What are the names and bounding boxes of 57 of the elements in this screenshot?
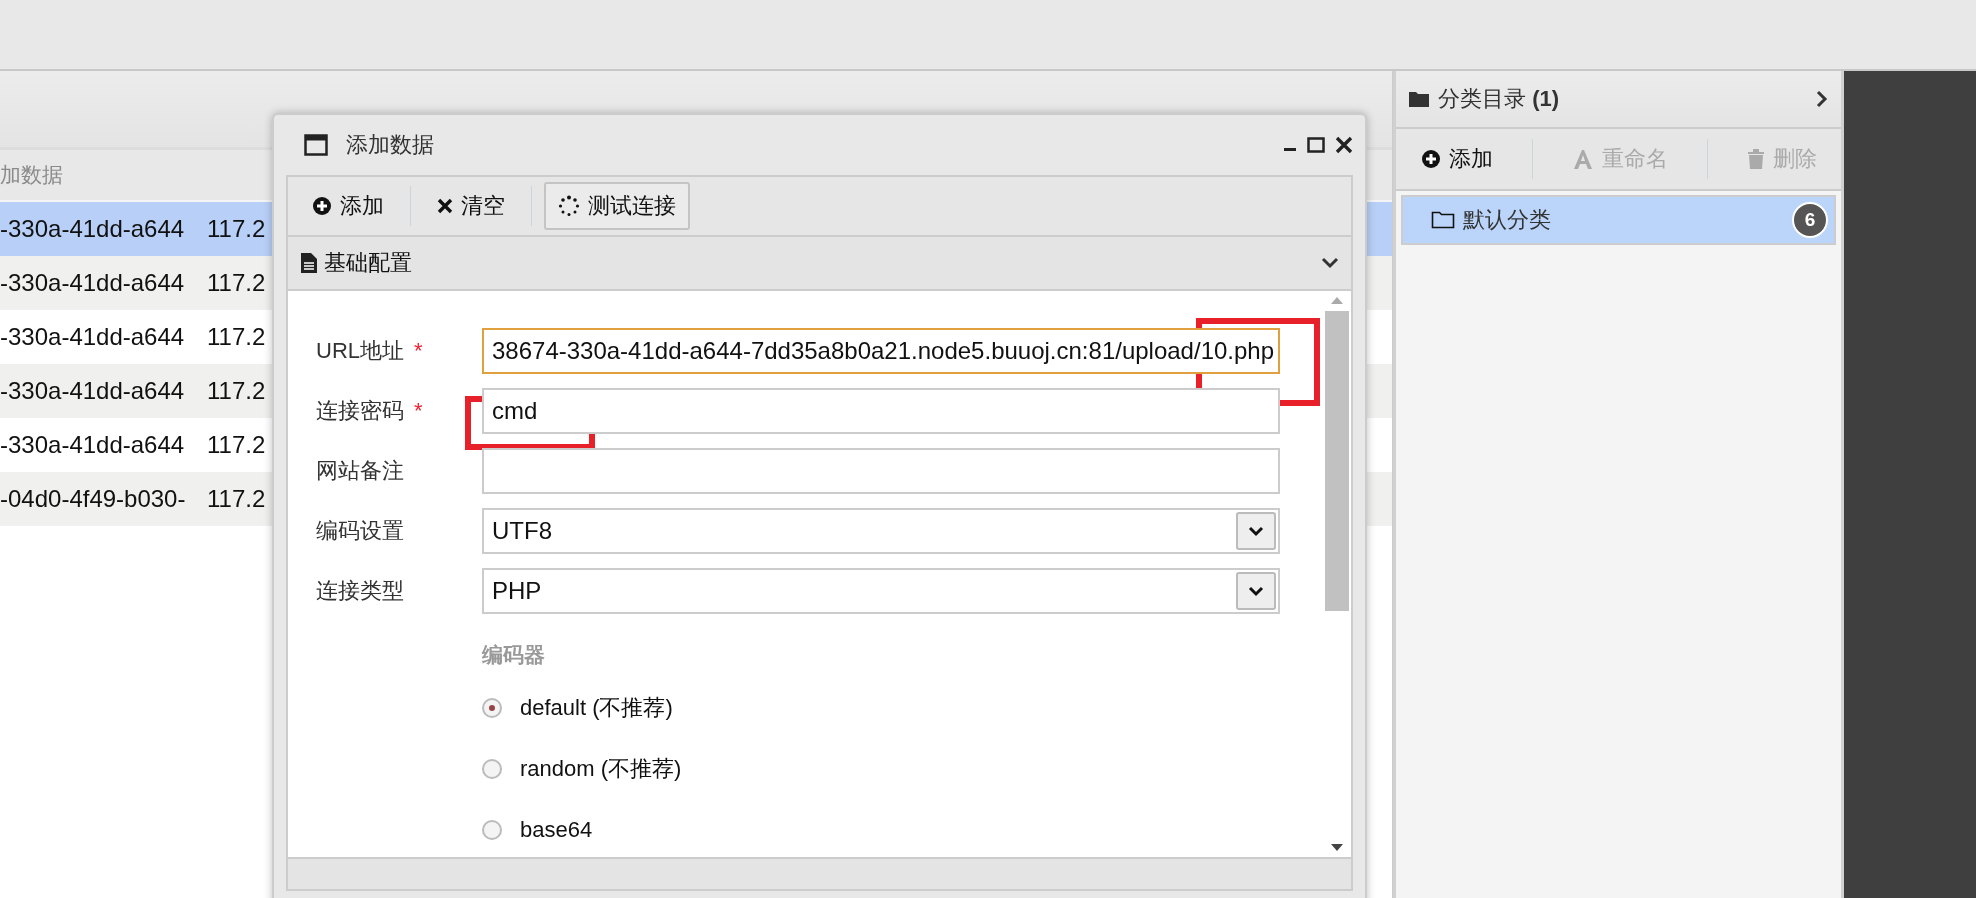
field-label: 连接密码 *	[316, 397, 424, 425]
section-header[interactable]: 基础配置	[286, 237, 1353, 291]
required-mark: *	[414, 338, 423, 363]
toolbar-button[interactable]: 测试连接	[544, 182, 690, 230]
chevron-right-icon[interactable]	[1815, 89, 1829, 109]
table-cell-text: -330a-41dd-a644	[0, 269, 186, 297]
table-cell-text: 117.2	[206, 215, 266, 243]
field-label: 编码设置	[316, 517, 405, 545]
chevron-down-icon	[1248, 525, 1264, 537]
dropdown-button[interactable]	[1236, 572, 1276, 610]
required-mark: *	[414, 398, 423, 423]
radio-button[interactable]	[482, 819, 502, 840]
close-icon[interactable]	[1335, 136, 1353, 154]
table-cell-text: 117.2	[206, 323, 266, 351]
scroll-down-arrow-icon[interactable]	[1330, 843, 1344, 853]
folder-icon	[1431, 210, 1455, 230]
table-cell-text: 117.2	[206, 377, 266, 405]
radio-button[interactable]	[482, 758, 502, 779]
letter-a-icon	[1571, 148, 1594, 170]
chevron-down-icon	[1321, 256, 1339, 270]
table-cell-text: 117.2	[206, 485, 266, 513]
radio-button[interactable]	[482, 697, 502, 718]
close-icon	[437, 198, 453, 214]
input-field[interactable]	[482, 448, 1280, 494]
trash-icon	[1746, 148, 1765, 170]
table-cell-text: -330a-41dd-a644	[0, 215, 186, 243]
table-cell-text: 117.2	[206, 431, 266, 459]
document-icon	[300, 252, 318, 274]
category-label: 默认分类	[1463, 206, 1552, 234]
dropdown[interactable]: UTF8	[482, 508, 1280, 554]
panel-title: 分类目录 (1)	[1438, 85, 1560, 113]
maximize-icon[interactable]	[1307, 137, 1325, 153]
table-cell-text: -330a-41dd-a644	[0, 431, 186, 459]
category-item[interactable]: 默认分类 6	[1401, 195, 1836, 245]
group-label: 编码器	[482, 642, 546, 668]
dropdown[interactable]: PHP	[482, 568, 1280, 614]
input-field[interactable]: 38674-330a-41dd-a644-7dd35a8b0a21.node5.buuoj.cn:81/upload/10.php	[482, 328, 1280, 374]
radio-label: random (不推荐)	[520, 754, 682, 783]
field-label: URL地址 *	[316, 337, 424, 365]
table-cell-text: 117.2	[206, 269, 266, 297]
count-badge: 6	[1792, 202, 1828, 238]
plus-circle-icon	[1420, 149, 1441, 169]
input-field[interactable]: cmd	[482, 388, 1280, 434]
dropdown-button[interactable]	[1236, 512, 1276, 550]
table-cell-text: -330a-41dd-a644	[0, 323, 186, 351]
field-label: 网站备注	[316, 457, 405, 485]
window-icon	[304, 134, 328, 156]
radio-label: base64	[520, 816, 593, 843]
radio-label: default (不推荐)	[520, 693, 673, 722]
plus-circle-icon	[312, 196, 332, 216]
chevron-down-icon	[1248, 585, 1264, 597]
spinner-icon	[558, 195, 580, 217]
toolbar-button[interactable]: 添加	[1410, 140, 1503, 178]
table-cell-text: -330a-41dd-a644	[0, 377, 186, 405]
table-cell-text: -04d0-4f49-b030-	[0, 485, 187, 513]
folder-icon	[1408, 90, 1430, 108]
field-label: 连接类型	[316, 577, 405, 605]
